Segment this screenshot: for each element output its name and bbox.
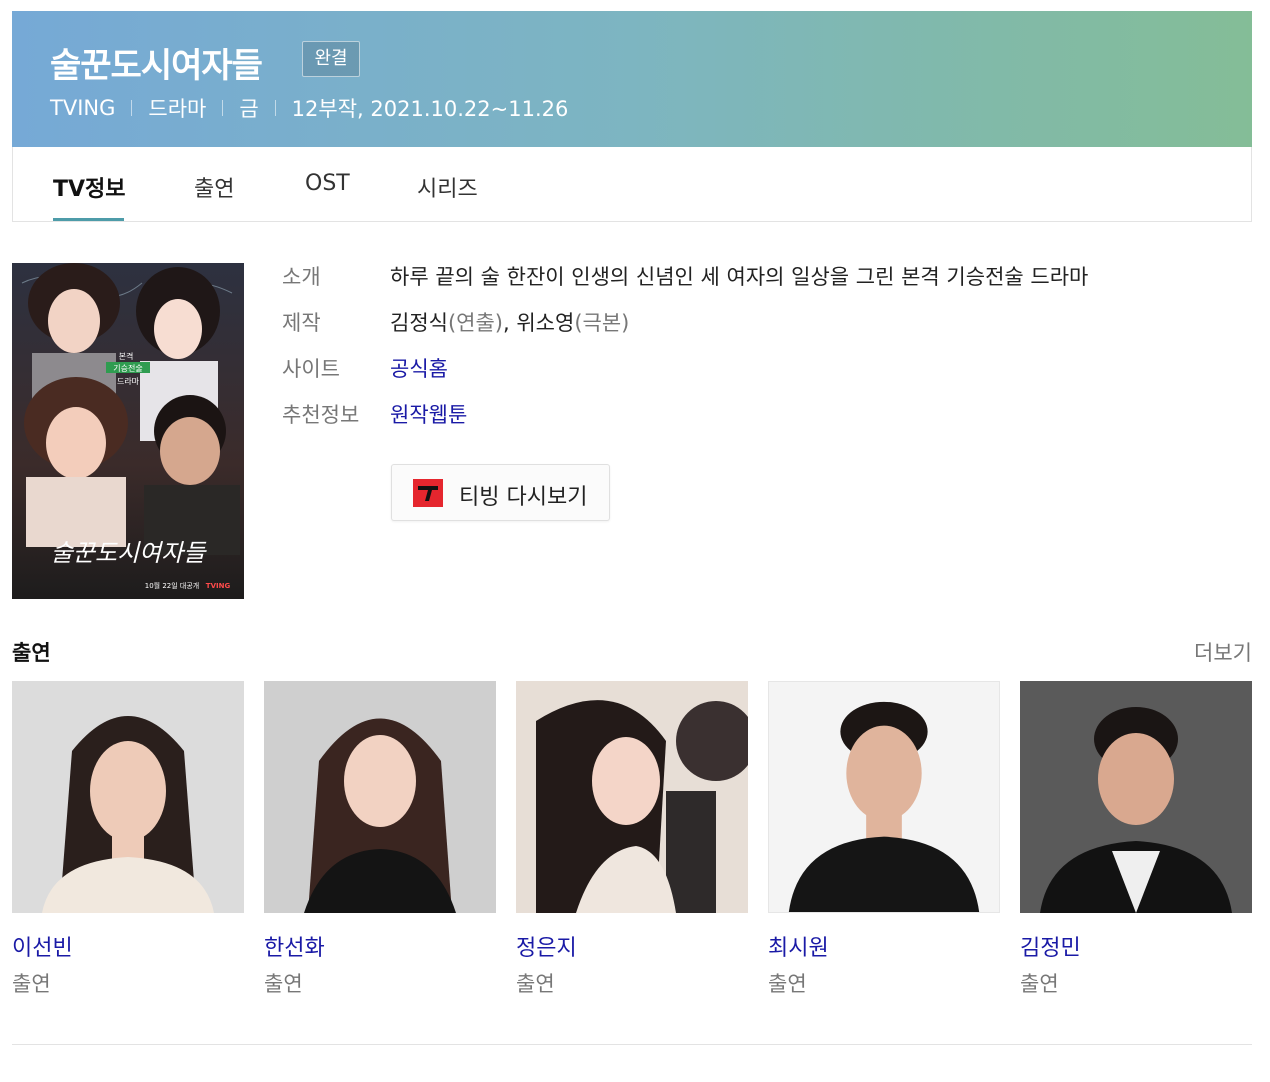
director-name[interactable]: 김정식 <box>390 311 448 335</box>
tving-replay-label: 티빙 다시보기 <box>459 485 588 510</box>
cast-role: 출연 <box>516 972 555 996</box>
tab-cast[interactable]: 출연 <box>194 171 234 203</box>
cast-role: 출연 <box>264 972 303 996</box>
tab-bar: TV정보 출연 OST 시리즈 <box>12 147 1252 222</box>
cast-photo[interactable] <box>1020 681 1252 913</box>
official-site-link[interactable]: 공식홈 <box>390 353 448 383</box>
program-header: 술꾼도시여자들 완결 TVING 드라마 금 12부작, 2021.10.22~… <box>12 11 1252 147</box>
cast-name[interactable]: 정은지 <box>516 930 577 962</box>
cast-role: 출연 <box>768 972 807 996</box>
poster-broadcast: 10월 22일 대공개 <box>145 581 199 590</box>
meta-divider <box>131 100 133 116</box>
cast-photo[interactable] <box>768 681 1000 913</box>
tab-tv-info[interactable]: TV정보 <box>53 171 126 203</box>
original-webtoon-link[interactable]: 원작웹툰 <box>390 399 467 429</box>
production-comma: , <box>503 311 517 335</box>
cast-photo[interactable] <box>12 681 244 913</box>
tving-replay-button[interactable]: 티빙 다시보기 <box>391 464 610 521</box>
tving-icon <box>413 479 443 507</box>
program-poster[interactable]: 본격 기승전술 드라마 술꾼도시여자들 10월 22일 대공개 TVING <box>12 263 244 599</box>
info-production-label: 제작 <box>282 311 321 335</box>
writer-name[interactable]: 위소영 <box>516 311 574 335</box>
cast-name[interactable]: 김정민 <box>1020 930 1081 962</box>
poster-tagline-1: 본격 <box>119 351 134 361</box>
meta-episodes-dates: 12부작, 2021.10.22~11.26 <box>291 97 569 121</box>
info-intro-label: 소개 <box>282 265 321 289</box>
cast-role: 출연 <box>1020 972 1059 996</box>
writer-role: (극본) <box>574 311 630 335</box>
meta-genre: 드라마 <box>148 97 207 121</box>
meta-divider <box>274 100 276 116</box>
cast-more-link[interactable]: 더보기 <box>1194 637 1252 667</box>
cast-role: 출연 <box>12 972 51 996</box>
info-intro-value: 하루 끝의 술 한잔이 인생의 신념인 세 여자의 일상을 그린 본격 기승전술… <box>390 265 1089 289</box>
cast-name[interactable]: 한선화 <box>264 930 325 962</box>
info-recommend-label: 추천정보 <box>282 403 360 427</box>
program-meta: TVING 드라마 금 12부작, 2021.10.22~11.26 <box>50 93 568 123</box>
meta-divider <box>222 100 224 116</box>
poster-tagline-3: 드라마 <box>117 377 140 386</box>
status-badge: 완결 <box>302 41 360 77</box>
meta-airday: 금 <box>239 97 259 121</box>
program-title[interactable]: 술꾼도시여자들 <box>50 38 263 87</box>
poster-title: 술꾼도시여자들 <box>51 539 207 567</box>
tab-ost[interactable]: OST <box>305 171 350 196</box>
info-site-label: 사이트 <box>282 357 340 381</box>
cast-name[interactable]: 이선빈 <box>12 930 73 962</box>
tab-series[interactable]: 시리즈 <box>417 171 478 203</box>
poster-image: 본격 기승전술 드라마 술꾼도시여자들 10월 22일 대공개 TVING <box>12 263 244 599</box>
cast-section-heading: 출연 <box>12 641 51 665</box>
director-role: (연출) <box>447 311 503 335</box>
cast-photo[interactable] <box>264 681 496 913</box>
info-production-value: 김정식(연출), 위소영(극본) <box>390 307 629 337</box>
poster-tagline-2: 기승전술 <box>113 363 142 373</box>
cast-photo[interactable] <box>516 681 748 913</box>
meta-channel[interactable]: TVING <box>50 96 115 120</box>
poster-brand: TVING <box>206 582 231 590</box>
section-divider <box>12 1044 1252 1045</box>
active-tab-indicator <box>53 218 124 221</box>
cast-name[interactable]: 최시원 <box>768 930 829 962</box>
